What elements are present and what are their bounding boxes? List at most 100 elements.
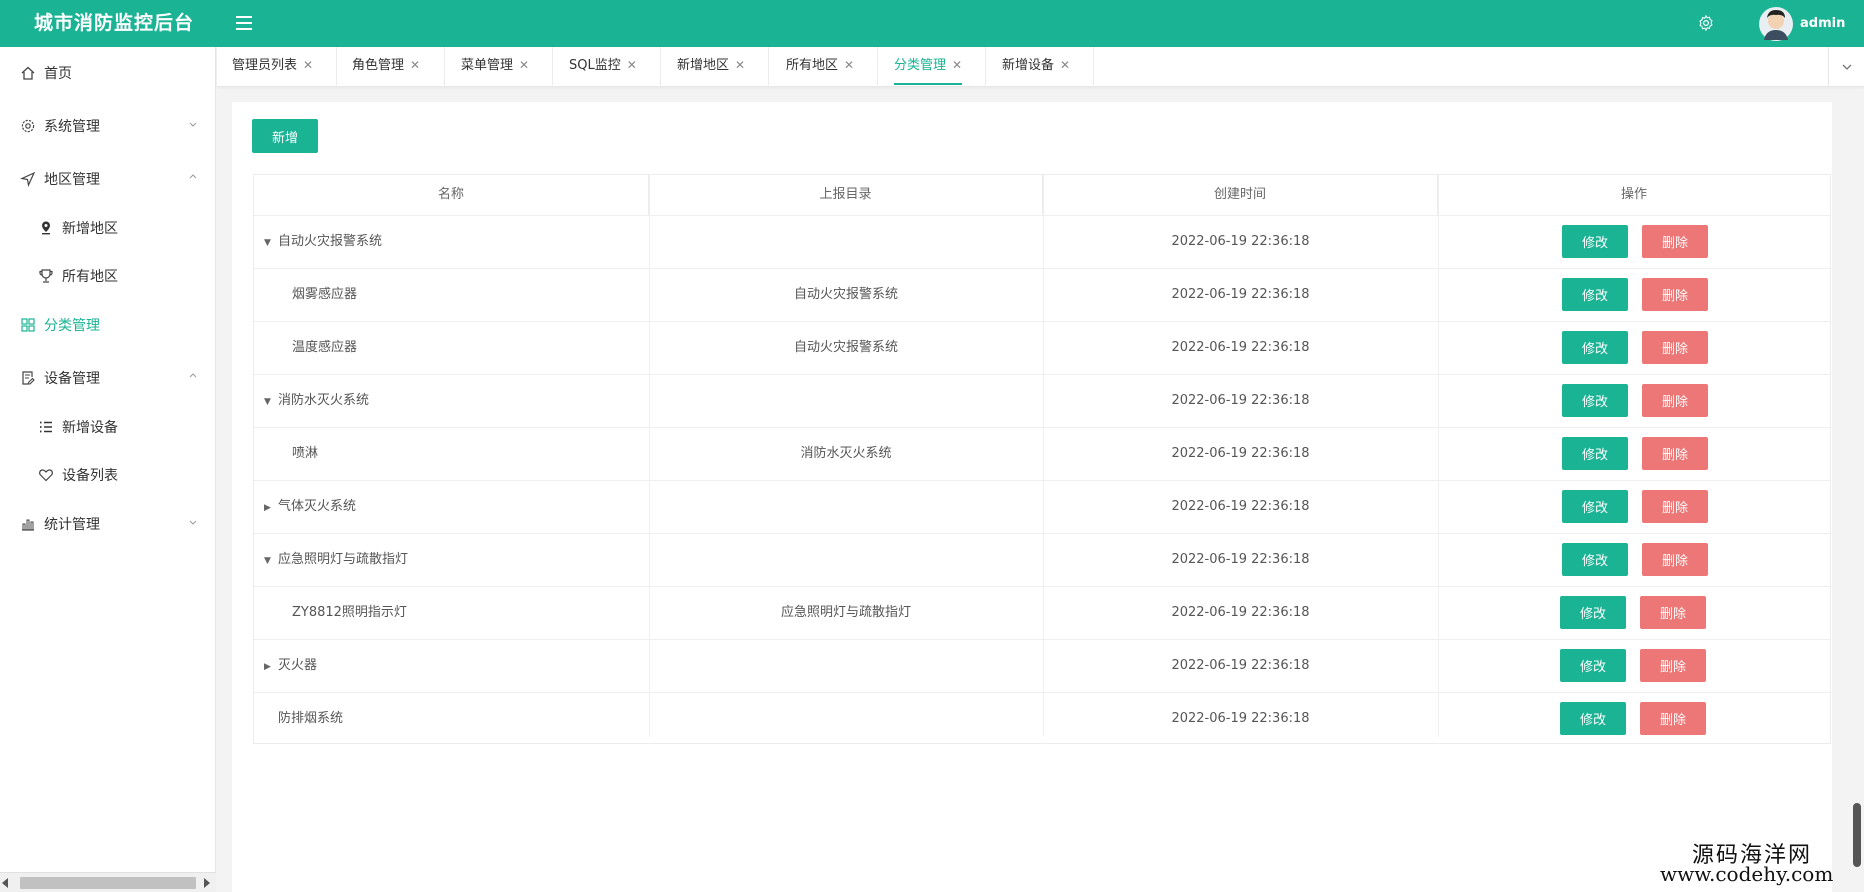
close-icon[interactable]: ✕ <box>303 58 313 72</box>
row-name: 防排烟系统 <box>278 711 344 726</box>
delete-button[interactable]: 删除 <box>1642 490 1708 523</box>
row-name[interactable]: ▶ 灭火器 <box>264 640 317 693</box>
tab-sql-monitor[interactable]: SQL监控 ✕ <box>569 47 637 87</box>
delete-button[interactable]: 删除 <box>1640 649 1706 682</box>
row-name[interactable]: ▼ 自动火灾报警系统 <box>264 216 382 269</box>
row-parent <box>649 216 1043 269</box>
row-name[interactable]: ▼ 消防水灭火系统 <box>264 375 369 428</box>
close-icon[interactable]: ✕ <box>1060 58 1070 72</box>
scroll-right-icon[interactable] <box>204 878 210 888</box>
table-row: ▼ 应急照明灯与疏散指灯 2022-06-19 22:36:18 修改 删除 <box>254 533 1830 586</box>
table-row: ▼ 自动火灾报警系统 2022-06-19 22:36:18 修改 删除 <box>254 215 1830 268</box>
edit-button[interactable]: 修改 <box>1560 596 1626 629</box>
sidebar-item-device-list[interactable]: 设备列表 <box>0 454 216 496</box>
delete-button[interactable]: 删除 <box>1642 225 1708 258</box>
delete-button[interactable]: 删除 <box>1642 437 1708 470</box>
settings-gear-icon[interactable] <box>1697 14 1715 32</box>
close-icon[interactable]: ✕ <box>410 58 420 72</box>
row-parent <box>649 640 1043 693</box>
menu-toggle-icon[interactable] <box>236 16 252 30</box>
row-name[interactable]: ▶ 气体灭火系统 <box>264 481 356 534</box>
chevron-down-icon <box>1842 64 1851 70</box>
caret-down-icon[interactable]: ▼ <box>264 376 278 428</box>
table-row: ZY8812照明指示灯 应急照明灯与疏散指灯 2022-06-19 22:36:… <box>254 586 1830 639</box>
delete-button[interactable]: 删除 <box>1642 384 1708 417</box>
sidebar-item-device[interactable]: 设备管理 <box>0 357 216 399</box>
sidebar-item-all-regions[interactable]: 所有地区 <box>0 255 216 297</box>
delete-button[interactable]: 删除 <box>1642 543 1708 576</box>
tab-add-region[interactable]: 新增地区 ✕ <box>677 47 745 87</box>
add-category-button[interactable]: 新增 <box>252 119 318 153</box>
row-name: ZY8812照明指示灯 <box>292 605 407 620</box>
edit-button[interactable]: 修改 <box>1560 649 1626 682</box>
close-icon[interactable]: ✕ <box>627 58 637 72</box>
tab-label: 所有地区 <box>786 58 839 73</box>
delete-button[interactable]: 删除 <box>1642 331 1708 364</box>
edit-button[interactable]: 修改 <box>1562 490 1628 523</box>
tab-role-manage[interactable]: 角色管理 ✕ <box>352 47 420 87</box>
caret-down-icon[interactable]: ▼ <box>264 217 278 269</box>
edit-button[interactable]: 修改 <box>1562 225 1628 258</box>
list-icon <box>40 421 52 433</box>
table-row: ▶ 灭火器 2022-06-19 22:36:18 修改 删除 <box>254 639 1830 692</box>
sidebar-item-label: 设备列表 <box>62 468 118 484</box>
sidebar-item-label: 所有地区 <box>62 269 118 285</box>
table-row: ▼ 消防水灭火系统 2022-06-19 22:36:18 修改 删除 <box>254 374 1830 427</box>
sidebar-item-region[interactable]: 地区管理 <box>0 158 216 200</box>
close-icon[interactable]: ✕ <box>844 58 854 72</box>
sidebar-item-label: 系统管理 <box>44 119 100 135</box>
sidebar: 首页 系统管理 地区管理 新增地区 所有地区 分类管理 设备管理 新增设备 设备… <box>0 47 216 892</box>
close-icon[interactable]: ✕ <box>519 58 529 72</box>
bar-chart-icon <box>22 519 34 531</box>
close-icon[interactable]: ✕ <box>952 58 962 72</box>
column-header-created: 创建时间 <box>1043 175 1438 215</box>
tab-menu-manage[interactable]: 菜单管理 ✕ <box>461 47 529 87</box>
vertical-scrollbar-thumb[interactable] <box>1853 803 1861 867</box>
heart-icon <box>39 469 53 482</box>
caret-right-icon[interactable]: ▶ <box>264 641 278 693</box>
row-created-time: 2022-06-19 22:36:18 <box>1171 393 1310 408</box>
row-name[interactable]: ▼ 应急照明灯与疏散指灯 <box>264 534 408 587</box>
sidebar-item-label: 新增设备 <box>62 420 118 436</box>
row-created-time: 2022-06-19 22:36:18 <box>1171 340 1310 355</box>
edit-button[interactable]: 修改 <box>1560 702 1626 735</box>
tab-label: SQL监控 <box>569 58 621 73</box>
gear-icon <box>21 119 35 133</box>
edit-button[interactable]: 修改 <box>1562 384 1628 417</box>
row-created-time: 2022-06-19 22:36:18 <box>1171 552 1310 567</box>
sidebar-horizontal-scrollbar[interactable] <box>0 872 216 892</box>
edit-button[interactable]: 修改 <box>1562 278 1628 311</box>
sidebar-item-home[interactable]: 首页 <box>0 52 216 94</box>
edit-button[interactable]: 修改 <box>1562 331 1628 364</box>
sidebar-item-category[interactable]: 分类管理 <box>0 304 216 346</box>
user-name[interactable]: admin <box>1800 0 1845 47</box>
edit-button[interactable]: 修改 <box>1562 543 1628 576</box>
sidebar-item-system[interactable]: 系统管理 <box>0 105 216 147</box>
sidebar-item-statistics[interactable]: 统计管理 <box>0 503 216 545</box>
delete-button[interactable]: 删除 <box>1640 702 1706 735</box>
delete-button[interactable]: 删除 <box>1640 596 1706 629</box>
row-parent <box>649 534 1043 587</box>
tab-category-manage[interactable]: 分类管理 ✕ <box>894 47 963 85</box>
user-avatar-icon[interactable] <box>1758 4 1794 44</box>
category-tree-table: 名称 上报目录 创建时间 操作 ▼ 自动火灾报警系统 2022-06-19 22:… <box>253 174 1831 744</box>
sidebar-item-label: 设备管理 <box>44 371 100 387</box>
tab-admin-list[interactable]: 管理员列表 ✕ <box>232 47 313 87</box>
tab-label: 新增地区 <box>677 58 730 73</box>
column-header-parent: 上报目录 <box>649 175 1043 215</box>
sidebar-item-add-device[interactable]: 新增设备 <box>0 406 216 448</box>
chevron-down-icon <box>189 520 197 525</box>
row-name: 喷淋 <box>292 446 319 461</box>
table-row: ▶ 气体灭火系统 2022-06-19 22:36:18 修改 删除 <box>254 480 1830 533</box>
scrollbar-thumb[interactable] <box>20 877 196 889</box>
caret-right-icon[interactable]: ▶ <box>264 482 278 534</box>
tabs-dropdown-button[interactable] <box>1828 47 1864 87</box>
close-icon[interactable]: ✕ <box>735 58 745 72</box>
scroll-left-icon[interactable] <box>2 878 8 888</box>
tab-add-device[interactable]: 新增设备 ✕ <box>1002 47 1070 87</box>
caret-down-icon[interactable]: ▼ <box>264 535 278 587</box>
edit-button[interactable]: 修改 <box>1562 437 1628 470</box>
sidebar-item-add-region[interactable]: 新增地区 <box>0 207 216 249</box>
tab-all-regions[interactable]: 所有地区 ✕ <box>786 47 854 87</box>
delete-button[interactable]: 删除 <box>1642 278 1708 311</box>
